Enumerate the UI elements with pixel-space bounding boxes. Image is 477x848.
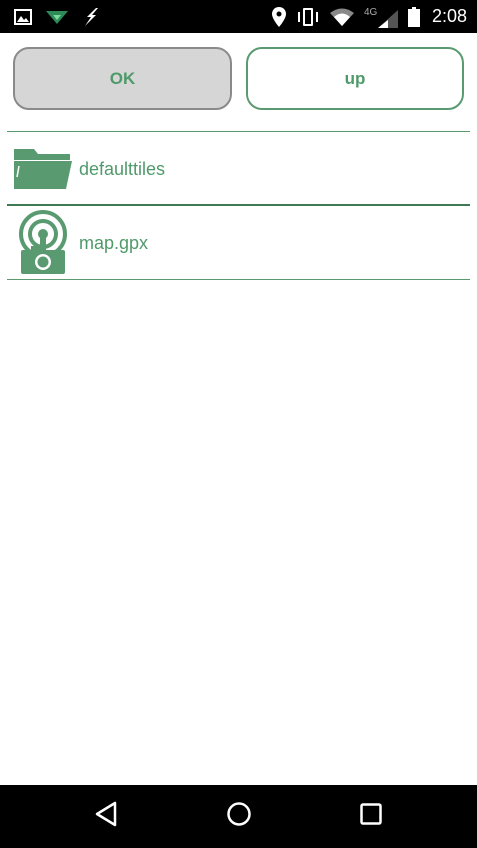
vibrate-icon <box>296 7 320 26</box>
list-item-label: map.gpx <box>79 232 149 253</box>
battery-icon <box>407 6 420 27</box>
ok-button-label: OK <box>109 68 136 88</box>
navigation-bar <box>0 785 477 848</box>
status-left-icons <box>14 7 100 26</box>
status-right-icons: 4G 2:08 <box>271 6 467 28</box>
back-icon <box>94 801 118 832</box>
list-divider-bottom <box>7 279 470 280</box>
recents-button[interactable] <box>331 785 411 848</box>
status-bar: 4G 2:08 <box>0 0 477 33</box>
list-item-folder[interactable]: defaulttiles <box>7 133 470 205</box>
gpx-file-icon <box>11 210 75 276</box>
up-button-label: up <box>344 68 366 88</box>
image-icon <box>14 8 32 25</box>
wifi-download-icon <box>46 9 68 25</box>
home-icon <box>226 801 252 832</box>
list-divider-selected <box>7 204 470 206</box>
recents-icon <box>359 802 383 831</box>
ok-button[interactable]: OK <box>13 47 232 110</box>
lightning-icon <box>82 7 100 26</box>
svg-text:4G: 4G <box>364 7 378 18</box>
list-item-label: defaulttiles <box>79 158 166 179</box>
list-divider-top <box>7 131 470 132</box>
wifi-icon <box>329 8 354 26</box>
lte-signal-icon: 4G <box>364 6 398 28</box>
folder-icon <box>11 136 75 202</box>
back-button[interactable] <box>66 785 146 848</box>
up-button[interactable]: up <box>246 47 464 110</box>
home-button[interactable] <box>199 785 279 848</box>
location-pin-icon <box>271 6 286 27</box>
status-time: 2:08 <box>431 6 467 26</box>
list-item-file[interactable]: map.gpx <box>7 207 470 279</box>
